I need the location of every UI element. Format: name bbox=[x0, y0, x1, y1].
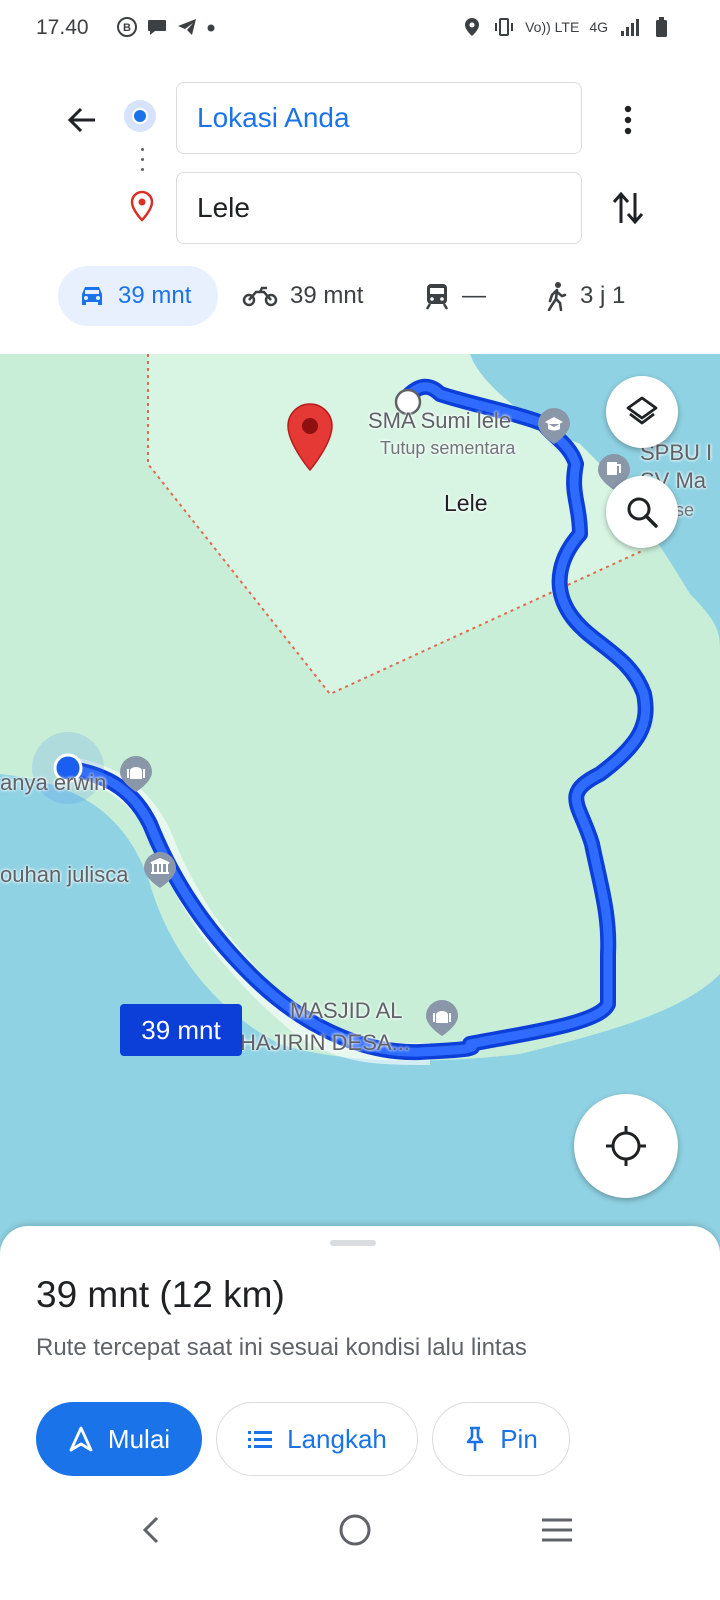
route-time-badge[interactable]: 39 mnt bbox=[120, 1004, 242, 1056]
car-icon bbox=[82, 287, 102, 305]
mode-car-label: 39 mnt bbox=[118, 282, 192, 309]
destination-pin-icon bbox=[130, 190, 154, 222]
directions-header: Lokasi Anda Lele 39 mnt 39 mnt — 3 j 1 bbox=[0, 60, 720, 360]
poi-status-school: Tutup sementara bbox=[380, 438, 516, 458]
navigation-arrow-icon bbox=[69, 1426, 93, 1452]
status-bar: 17.40 B Vo)) LTE 4G bbox=[0, 0, 720, 60]
mode-motorcycle-tab[interactable]: 39 mnt bbox=[242, 266, 363, 326]
chat-bubble-icon bbox=[148, 20, 166, 35]
mode-transit-label: — bbox=[462, 282, 486, 309]
nav-recents-button[interactable] bbox=[532, 1510, 582, 1550]
area-label-lele: Lele bbox=[444, 490, 488, 516]
my-location-button[interactable] bbox=[574, 1094, 678, 1198]
mosque-icon-2[interactable] bbox=[424, 998, 460, 1038]
origin-dot-icon bbox=[124, 100, 156, 132]
network-label: 4G bbox=[589, 19, 608, 35]
swap-button[interactable] bbox=[604, 184, 652, 232]
pin-icon bbox=[466, 1426, 484, 1451]
government-building-icon[interactable] bbox=[142, 850, 178, 890]
poi-label-school[interactable]: SMA Sumi lele bbox=[368, 408, 511, 434]
menu-icon bbox=[542, 1518, 572, 1542]
destination-marker-icon[interactable] bbox=[284, 402, 336, 472]
more-vert-icon bbox=[624, 105, 632, 135]
mode-transit-tab[interactable]: — bbox=[424, 266, 486, 326]
signal-icon bbox=[621, 19, 639, 36]
svg-text:B: B bbox=[123, 22, 131, 34]
start-label: Mulai bbox=[107, 1423, 171, 1454]
layers-icon bbox=[626, 396, 658, 425]
swap-vert-icon bbox=[612, 191, 644, 225]
place-label-2[interactable]: ouhan julisca bbox=[0, 862, 128, 888]
mode-car-tab[interactable]: 39 mnt bbox=[58, 266, 218, 326]
layers-button[interactable] bbox=[606, 376, 678, 448]
more-options-button[interactable] bbox=[606, 96, 650, 144]
train-icon bbox=[425, 284, 449, 310]
crosshair-icon bbox=[606, 1126, 646, 1166]
mosque-icon[interactable] bbox=[118, 754, 154, 794]
chevron-left-icon bbox=[142, 1516, 159, 1544]
motorcycle-icon bbox=[242, 286, 278, 307]
mode-motorcycle-label: 39 mnt bbox=[290, 282, 364, 309]
pin-button[interactable]: Pin bbox=[432, 1402, 570, 1476]
start-button[interactable]: Mulai bbox=[36, 1402, 202, 1476]
b-icon: B bbox=[117, 17, 137, 37]
nav-home-button[interactable] bbox=[330, 1510, 380, 1550]
volte-icon: Vo)) LTE bbox=[525, 19, 580, 35]
route-summary: 39 mnt (12 km) bbox=[36, 1274, 285, 1315]
mode-walk-tab[interactable]: 3 j 1 bbox=[544, 266, 625, 326]
place-label-1[interactable]: anya erwin bbox=[0, 770, 106, 796]
pin-label: Pin bbox=[500, 1423, 538, 1454]
arrow-left-icon bbox=[67, 107, 95, 133]
search-icon bbox=[627, 497, 658, 528]
route-description: Rute tercepat saat ini sesuai kondisi la… bbox=[36, 1334, 527, 1361]
vibrate-icon bbox=[495, 18, 514, 36]
battery-icon bbox=[656, 17, 667, 37]
home-circle-icon bbox=[339, 1514, 371, 1546]
back-button[interactable] bbox=[58, 96, 106, 144]
location-icon bbox=[465, 18, 480, 36]
system-nav-bar bbox=[0, 1500, 720, 1560]
mode-walk-label: 3 j 1 bbox=[580, 282, 626, 309]
dot-icon bbox=[207, 24, 215, 32]
travel-modes: 39 mnt 39 mnt — 3 j 1 bbox=[0, 266, 720, 326]
status-time: 17.40 bbox=[36, 16, 89, 39]
search-along-route-button[interactable] bbox=[606, 476, 678, 548]
steps-label: Langkah bbox=[287, 1423, 387, 1454]
list-icon bbox=[248, 1431, 273, 1448]
school-icon[interactable] bbox=[536, 406, 572, 446]
status-right-icons: Vo)) LTE 4G bbox=[461, 16, 672, 38]
nav-back-button[interactable] bbox=[126, 1510, 176, 1550]
route-dots-icon bbox=[141, 148, 145, 178]
origin-field[interactable]: Lokasi Anda bbox=[176, 82, 582, 154]
map-view[interactable]: SMA Sumi lele Tutup sementara SPBU I SV … bbox=[0, 354, 720, 1254]
walk-icon bbox=[547, 282, 567, 311]
telegram-icon bbox=[178, 19, 196, 35]
mosque-label-line1[interactable]: MASJID AL bbox=[290, 998, 402, 1024]
mosque-label-line2: HAJIRIN DESA... bbox=[240, 1030, 410, 1055]
destination-field[interactable]: Lele bbox=[176, 172, 582, 244]
steps-button[interactable]: Langkah bbox=[216, 1402, 418, 1476]
status-left-icons: B bbox=[116, 16, 216, 38]
sheet-drag-handle[interactable] bbox=[330, 1240, 376, 1246]
